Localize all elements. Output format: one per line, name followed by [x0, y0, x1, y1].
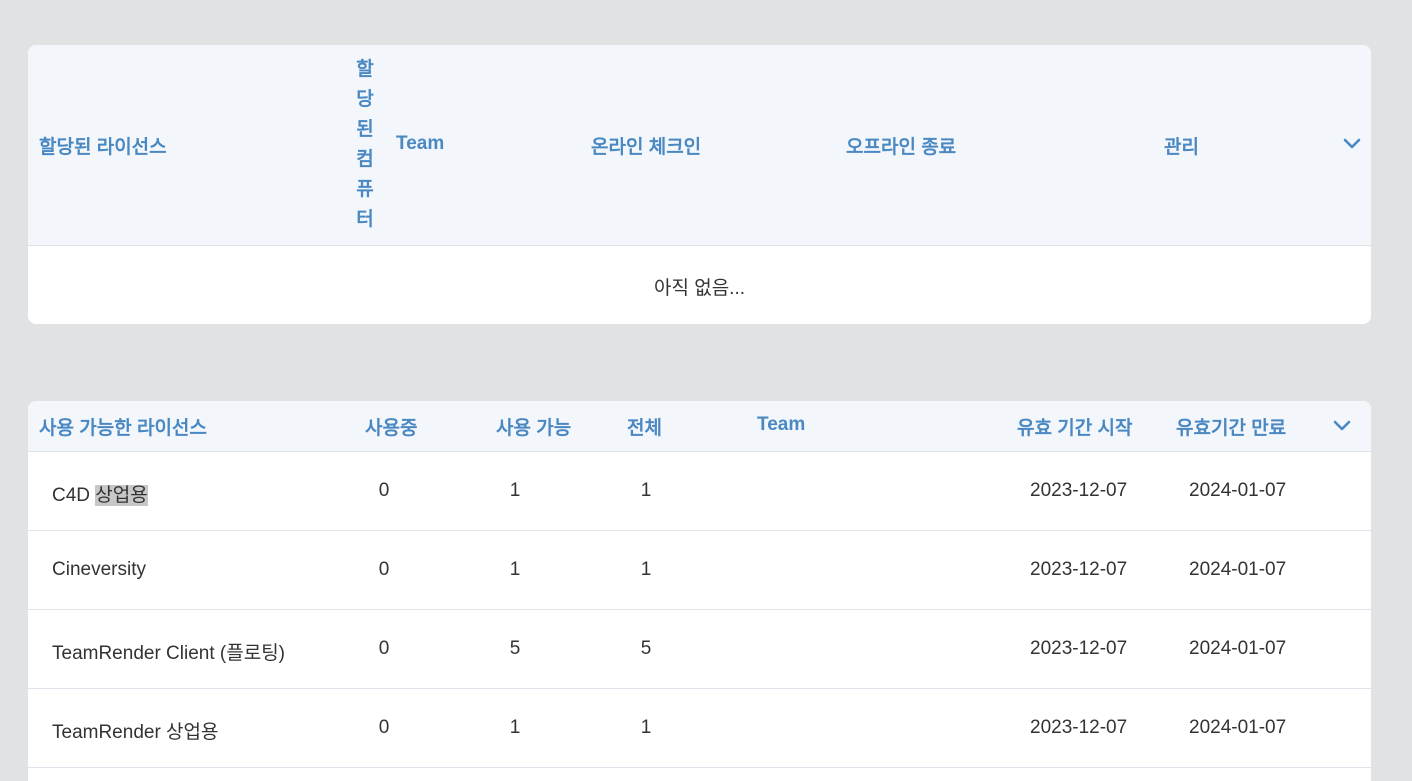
chevron-down-icon[interactable] — [1333, 420, 1351, 432]
license-name-part: TeamRender 상업용 — [52, 722, 219, 743]
highlighted-text: 상업용 — [95, 485, 148, 506]
available-count: 1 — [509, 717, 521, 738]
table-row[interactable]: TeamRender 상업용 0 1 1 2023-12-07 2024-01-… — [28, 689, 1371, 768]
license-name: Cineversity — [52, 559, 146, 581]
in-use-count: 0 — [378, 717, 390, 738]
in-use-count: 0 — [378, 559, 390, 580]
total-count: 5 — [640, 638, 652, 659]
empty-row: 아직 없음... — [28, 246, 1371, 324]
available-licenses-table: 사용 가능한 라이선스 사용중 사용 가능 전체 Team 유효 기간 시작 유… — [28, 401, 1371, 781]
license-name: TeamRender Client (플로팅) — [52, 638, 285, 665]
license-name-part: Cineversity — [52, 559, 146, 580]
license-name-part: C4D — [52, 485, 96, 506]
valid-start-date: 2023-12-07 — [1030, 717, 1128, 738]
valid-end-date: 2024-01-07 — [1189, 717, 1287, 738]
valid-end-date: 2024-01-07 — [1189, 559, 1287, 580]
available-count: 1 — [509, 559, 521, 580]
available-count: 1 — [509, 480, 521, 501]
valid-start-date: 2023-12-07 — [1030, 480, 1128, 501]
header-online-checkin[interactable]: 온라인 체크인 — [591, 132, 701, 159]
assigned-licenses-header-row: 할당된 라이선스 할당된컴퓨터 Team 온라인 체크인 오프라인 종료 관리 — [28, 45, 1371, 246]
empty-state-text: 아직 없음... — [653, 278, 746, 299]
table-row[interactable]: C4D 상업용 0 1 1 2023-12-07 2024-01-07 — [28, 452, 1371, 531]
chevron-down-icon[interactable] — [1343, 138, 1361, 150]
header-team[interactable]: Team — [757, 414, 805, 436]
valid-end-date: 2024-01-07 — [1189, 480, 1287, 501]
header-valid-start[interactable]: 유효 기간 시작 — [1017, 413, 1132, 440]
license-name: C4D 상업용 — [52, 480, 148, 507]
header-manage[interactable]: 관리 — [1164, 132, 1199, 159]
header-offline-end[interactable]: 오프라인 종료 — [846, 132, 956, 159]
valid-start-date: 2023-12-07 — [1030, 638, 1128, 659]
header-in-use[interactable]: 사용중 — [365, 413, 417, 440]
total-count: 1 — [640, 717, 652, 738]
license-name-part: TeamRender Client (플로팅) — [52, 643, 286, 664]
available-count: 5 — [509, 638, 521, 659]
available-licenses-header-row: 사용 가능한 라이선스 사용중 사용 가능 전체 Team 유효 기간 시작 유… — [28, 401, 1371, 452]
assigned-licenses-table: 할당된 라이선스 할당된컴퓨터 Team 온라인 체크인 오프라인 종료 관리 … — [28, 45, 1371, 324]
total-count: 1 — [640, 480, 652, 501]
in-use-count: 0 — [378, 480, 390, 501]
header-available-license[interactable]: 사용 가능한 라이선스 — [39, 413, 207, 440]
header-total[interactable]: 전체 — [627, 413, 662, 440]
header-assigned-license[interactable]: 할당된 라이선스 — [39, 132, 167, 159]
header-available[interactable]: 사용 가능 — [496, 413, 571, 440]
valid-start-date: 2023-12-07 — [1030, 559, 1128, 580]
header-assigned-computer[interactable]: 할당된컴퓨터 — [355, 55, 375, 235]
in-use-count: 0 — [378, 638, 390, 659]
table-row[interactable]: TeamRender Client (플로팅) 0 5 5 2023-12-07… — [28, 610, 1371, 689]
table-row[interactable]: Cineversity 0 1 1 2023-12-07 2024-01-07 — [28, 531, 1371, 610]
valid-end-date: 2024-01-07 — [1189, 638, 1287, 659]
license-name: TeamRender 상업용 — [52, 717, 219, 744]
total-count: 1 — [640, 559, 652, 580]
header-valid-end[interactable]: 유효기간 만료 — [1176, 413, 1286, 440]
header-team[interactable]: Team — [396, 133, 444, 155]
